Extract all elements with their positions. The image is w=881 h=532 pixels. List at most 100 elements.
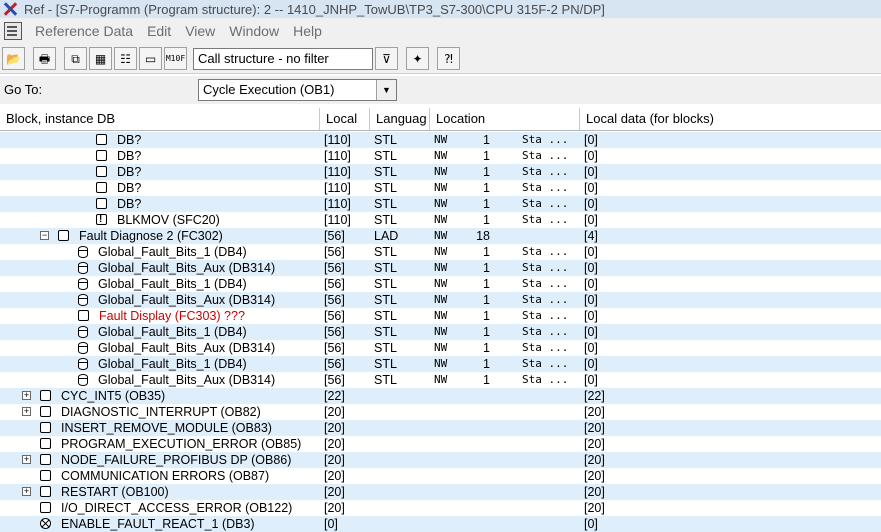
expand-icon[interactable]: + xyxy=(22,407,31,416)
cell-location-statement: Sta ... xyxy=(522,149,569,162)
table-row[interactable]: Global_Fault_Bits_Aux (DB314) [56] STL NW 1 S… xyxy=(0,340,881,356)
cell-local-data: [0] xyxy=(584,373,598,387)
cell-location-nw: NW xyxy=(434,213,448,226)
table-row[interactable]: Global_Fault_Bits_1 (DB4) [56] STL NW 1 Sta .… xyxy=(0,356,881,372)
block-name: Global_Fault_Bits_1 (DB4) xyxy=(98,325,247,339)
cell-location-statement: Sta ... xyxy=(522,341,569,354)
cross-ref-icon[interactable]: ⧉ xyxy=(64,47,87,70)
unused-symbols-icon[interactable]: ▭ xyxy=(139,47,162,70)
menu-help[interactable]: Help xyxy=(286,19,329,43)
cell-location-statement: Sta ... xyxy=(522,309,569,322)
cell-local-data: [0] xyxy=(584,149,598,163)
cell-location-statement xyxy=(522,388,582,404)
collapse-icon[interactable]: − xyxy=(40,231,49,240)
table-row[interactable]: − Fault Diagnose 2 (FC302) [56] LAD NW 18 [4] xyxy=(0,228,881,244)
program-structure-icon[interactable]: ☷ xyxy=(114,47,137,70)
cell-location-nw: NW xyxy=(434,293,448,306)
table-header: Block, instance DB Local Languag Locatio… xyxy=(0,108,881,131)
document-window-icon[interactable] xyxy=(4,22,22,40)
table-row[interactable]: Global_Fault_Bits_Aux (DB314) [56] STL NW 1 S… xyxy=(0,292,881,308)
cell-block: + NODE_FAILURE_PROFIBUS DP (OB86) xyxy=(0,452,318,468)
table-row[interactable]: Global_Fault_Bits_1 (DB4) [56] STL NW 1 Sta .… xyxy=(0,324,881,340)
table-row[interactable]: + CYC_INT5 (OB35) [22] [22] xyxy=(0,388,881,404)
cell-block: BLKMOV (SFC20) xyxy=(0,212,318,228)
cell-location-nw: NW xyxy=(434,149,448,162)
addresses-without-symbol-icon[interactable]: M10 F xyxy=(164,47,187,70)
cell-language xyxy=(374,484,429,500)
expand-icon[interactable]: + xyxy=(22,487,31,496)
title-bar: Ref - [S7-Programm (Program structure): … xyxy=(0,0,881,18)
cell-local: [110] xyxy=(324,213,351,227)
block-icon xyxy=(58,230,69,241)
cell-location-statement: Sta ... xyxy=(522,165,569,178)
menu-edit[interactable]: Edit xyxy=(140,19,178,43)
cell-location-nw: NW xyxy=(434,245,448,258)
cell-block: INSERT_REMOVE_MODULE (OB83) xyxy=(0,420,318,436)
cell-language: STL xyxy=(374,245,397,259)
cell-location-statement: Sta ... xyxy=(522,373,569,386)
block-name: Global_Fault_Bits_1 (DB4) xyxy=(98,245,247,259)
toolbar: 📂 🖶 ⧉ ▦ ☷ ▭ M10 F Call structure - no fi… xyxy=(0,44,881,74)
menu-view[interactable]: View xyxy=(178,19,222,43)
table-row[interactable]: + NODE_FAILURE_PROFIBUS DP (OB86) [20] [20] xyxy=(0,452,881,468)
menu-window[interactable]: Window xyxy=(222,19,286,43)
new-window-icon[interactable]: ✦ xyxy=(406,47,429,70)
expand-icon[interactable]: + xyxy=(22,391,31,400)
cell-local-data: [0] xyxy=(584,357,598,371)
col-header-local[interactable]: Local xyxy=(320,108,370,130)
goto-select[interactable]: Cycle Execution (OB1) ▼ xyxy=(198,79,397,101)
filter-icon[interactable]: ⊽ xyxy=(375,47,398,70)
cell-local: [56] xyxy=(324,341,345,355)
filter-display[interactable]: Call structure - no filter xyxy=(193,47,373,70)
help-icon[interactable]: ⁈ xyxy=(437,47,460,70)
expand-icon[interactable]: + xyxy=(22,455,31,464)
m10-label-bottom: F xyxy=(180,53,186,63)
cell-location-nw xyxy=(434,452,464,468)
cell-location-nw: NW xyxy=(434,261,448,274)
block-icon xyxy=(40,406,51,417)
table-row[interactable]: I/O_DIRECT_ACCESS_ERROR (OB122) [20] [20] xyxy=(0,500,881,516)
table-row[interactable]: COMMUNICATION ERRORS (OB87) [20] [20] xyxy=(0,468,881,484)
cell-location-nw xyxy=(434,436,464,452)
cell-location-number: 1 xyxy=(483,373,490,387)
table-row[interactable]: Global_Fault_Bits_Aux (DB314) [56] STL NW 1 S… xyxy=(0,260,881,276)
cell-location-number xyxy=(462,404,490,420)
table-row[interactable]: Fault Display (FC303) ??? [56] STL NW 1 Sta .… xyxy=(0,308,881,324)
cell-local-data: [20] xyxy=(584,405,605,419)
cell-local-data: [0] xyxy=(584,165,598,179)
cell-block: Global_Fault_Bits_1 (DB4) xyxy=(0,324,318,340)
cell-local-data: [4] xyxy=(584,229,598,243)
col-header-local-data[interactable]: Local data (for blocks) xyxy=(580,108,881,130)
cell-location-nw: NW xyxy=(434,325,448,338)
cell-block: PROGRAM_EXECUTION_ERROR (OB85) xyxy=(0,436,318,452)
table-row[interactable]: DB? [110] STL NW 1 Sta ... [0] xyxy=(0,196,881,212)
col-header-language[interactable]: Languag xyxy=(370,108,430,130)
col-header-block[interactable]: Block, instance DB xyxy=(0,108,320,130)
col-header-location[interactable]: Location xyxy=(430,108,580,130)
block-icon xyxy=(78,310,89,321)
table-row[interactable]: Global_Fault_Bits_1 (DB4) [56] STL NW 1 Sta .… xyxy=(0,244,881,260)
cell-language: STL xyxy=(374,149,397,163)
menu-reference-data[interactable]: Reference Data xyxy=(28,19,140,43)
cell-language xyxy=(374,516,429,532)
assignment-icon[interactable]: ▦ xyxy=(89,47,112,70)
table-row[interactable]: BLKMOV (SFC20) [110] STL NW 1 Sta ... [0] xyxy=(0,212,881,228)
table-row[interactable]: DB? [110] STL NW 1 Sta ... [0] xyxy=(0,148,881,164)
table-row[interactable]: + RESTART (OB100) [20] [20] xyxy=(0,484,881,500)
table-row[interactable]: INSERT_REMOVE_MODULE (OB83) [20] [20] xyxy=(0,420,881,436)
table-row[interactable]: DB? [110] STL NW 1 Sta ... [0] xyxy=(0,164,881,180)
open-icon[interactable]: 📂 xyxy=(2,47,25,70)
table-row[interactable]: DB? [110] STL NW 1 Sta ... [0] xyxy=(0,180,881,196)
print-icon[interactable]: 🖶 xyxy=(33,47,56,70)
table-row[interactable]: Global_Fault_Bits_1 (DB4) [56] STL NW 1 Sta .… xyxy=(0,276,881,292)
cell-local: [0] xyxy=(324,517,338,531)
cell-location-number: 1 xyxy=(483,357,490,371)
table-row[interactable]: + DIAGNOSTIC_INTERRUPT (OB82) [20] [20] xyxy=(0,404,881,420)
table-row[interactable]: PROGRAM_EXECUTION_ERROR (OB85) [20] [20] xyxy=(0,436,881,452)
cell-block: DB? xyxy=(0,132,318,148)
chevron-down-icon[interactable]: ▼ xyxy=(376,80,396,100)
block-name: PROGRAM_EXECUTION_ERROR (OB85) xyxy=(61,437,302,451)
table-row[interactable]: Global_Fault_Bits_Aux (DB314) [56] STL NW 1 S… xyxy=(0,372,881,388)
table-row[interactable]: ENABLE_FAULT_REACT_1 (DB3) [0] [0] xyxy=(0,516,881,532)
table-row[interactable]: DB? [110] STL NW 1 Sta ... [0] xyxy=(0,132,881,148)
